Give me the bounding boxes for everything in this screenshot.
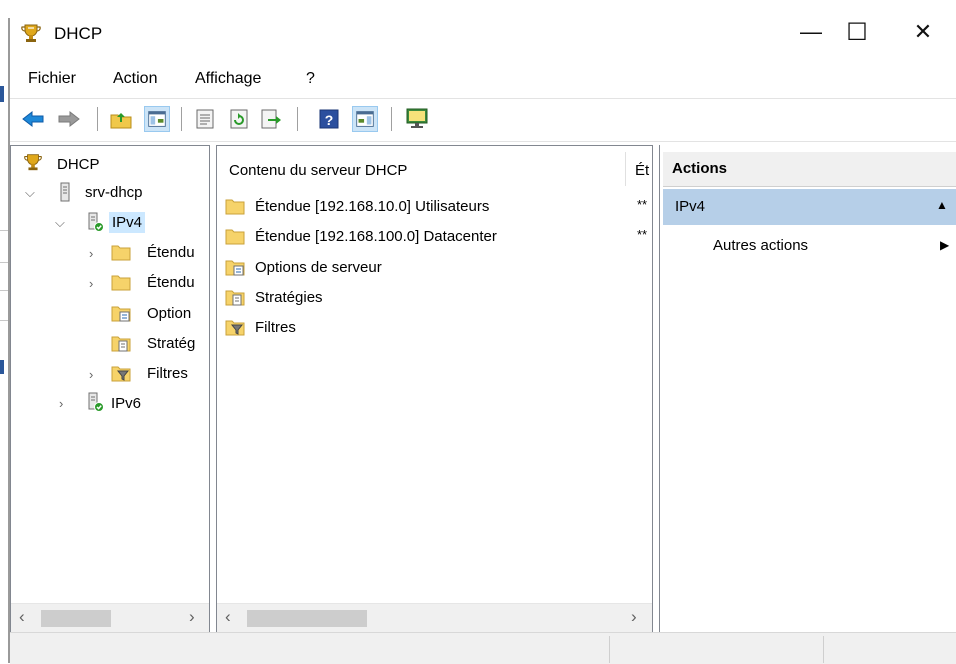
svg-text:?: ? (325, 112, 334, 128)
server-icon (60, 182, 70, 202)
properties-icon[interactable] (192, 106, 218, 132)
tree-item-label: DHCP (57, 155, 100, 173)
list-item-status: ** (637, 226, 648, 242)
list-item-scope-1[interactable]: Étendue [192.168.10.0] Utilisateurs (255, 192, 489, 220)
tree-item-label: IPv6 (111, 394, 142, 412)
help-icon[interactable]: ? (316, 106, 342, 132)
ipv4-server-icon (88, 212, 104, 232)
scrollbar-thumb[interactable] (41, 610, 111, 627)
maximize-button[interactable]: ☐ (834, 8, 880, 56)
tree-item-label: Étendu (147, 243, 195, 261)
chevron-down-icon[interactable]: ⌵ (55, 215, 65, 231)
menu-help[interactable]: ? (306, 70, 315, 88)
chevron-down-icon[interactable]: ⌵ (25, 185, 35, 201)
filter-icon (225, 320, 245, 336)
tree-item-ipv4[interactable]: IPv4 (109, 208, 146, 236)
dhcp-trophy-icon (24, 154, 42, 171)
dhcp-trophy-icon (21, 24, 41, 42)
tree-item-label: Stratég (147, 334, 196, 352)
tree-item-dhcp[interactable]: DHCP (55, 150, 102, 178)
folder-icon (111, 245, 131, 261)
collapse-triangle-icon[interactable]: ▲ (936, 198, 948, 212)
chevron-right-icon[interactable]: › (89, 367, 93, 382)
menu-affichage[interactable]: Affichage (195, 70, 261, 88)
close-button[interactable]: ✕ (900, 8, 946, 56)
policies-icon (111, 336, 131, 352)
server-options-icon (111, 306, 131, 322)
menu-fichier[interactable]: Fichier (28, 70, 76, 88)
ipv6-server-icon (88, 392, 104, 412)
tree-item-label: Filtres (147, 364, 188, 382)
folder-icon (111, 275, 131, 291)
tree-item-label: Option (147, 304, 192, 322)
refresh-icon[interactable] (226, 106, 252, 132)
list-item-scope-2[interactable]: Étendue [192.168.100.0] Datacenter (255, 222, 497, 250)
up-folder-icon[interactable] (108, 106, 134, 132)
status-bar (10, 632, 956, 664)
export-list-icon[interactable] (258, 106, 284, 132)
tree-item-policies[interactable]: Stratég (145, 329, 197, 357)
action-autres-actions[interactable]: Autres actions (713, 237, 808, 254)
minimize-button[interactable]: — (788, 8, 834, 56)
menu-action[interactable]: Action (113, 70, 157, 88)
folder-icon (225, 199, 245, 215)
content-list: Contenu du serveur DHCP Ét Étendue [192.… (217, 146, 652, 598)
server-options-icon (225, 260, 245, 276)
scroll-right-icon[interactable]: › (631, 607, 637, 627)
folder-icon (225, 229, 245, 245)
list-item-filters[interactable]: Filtres (255, 313, 296, 341)
tree-item-srv-dhcp[interactable]: srv-dhcp (83, 178, 145, 206)
actions-section-label: IPv4 (675, 198, 706, 215)
scroll-right-icon[interactable]: › (189, 607, 195, 627)
list-item-status: ** (637, 196, 648, 212)
forward-arrow-icon[interactable] (56, 106, 82, 132)
tree-view: DHCP ⌵ srv-dhcp ⌵ IPv4 › Étendu › Étendu… (11, 146, 209, 598)
tree-item-label: IPv4 (109, 211, 146, 233)
tree-item-options[interactable]: Option (145, 299, 193, 327)
list-item-policies[interactable]: Stratégies (255, 283, 323, 311)
window-left-edge (0, 0, 10, 663)
chevron-right-icon[interactable]: › (89, 276, 93, 291)
tree-item-filters[interactable]: Filtres (145, 359, 190, 387)
submenu-triangle-icon[interactable]: ▶ (940, 238, 949, 252)
column-header-status[interactable]: Ét (635, 156, 649, 184)
tree-item-label: Étendu (147, 273, 195, 291)
chevron-right-icon[interactable]: › (89, 246, 93, 261)
content-horizontal-scrollbar[interactable]: ‹ › (217, 603, 652, 632)
chevron-right-icon[interactable]: › (59, 396, 63, 411)
list-item-server-options[interactable]: Options de serveur (255, 253, 382, 281)
tree-item-label: srv-dhcp (85, 183, 143, 201)
window-title: DHCP (54, 24, 103, 43)
scrollbar-thumb[interactable] (247, 610, 367, 627)
scroll-left-icon[interactable]: ‹ (19, 607, 25, 627)
scroll-left-icon[interactable]: ‹ (225, 607, 231, 627)
actions-section-ipv4[interactable] (663, 189, 956, 225)
tree-item-scope-2[interactable]: Étendu (145, 268, 197, 296)
tree-item-scope-1[interactable]: Étendu (145, 238, 197, 266)
server-monitor-icon[interactable] (404, 106, 430, 132)
show-hide-action-pane-icon[interactable] (352, 106, 378, 132)
show-hide-tree-icon[interactable] (144, 106, 170, 132)
column-header-name[interactable]: Contenu du serveur DHCP (229, 156, 407, 184)
actions-header: Actions (672, 160, 728, 177)
tree-horizontal-scrollbar[interactable]: ‹ › (11, 603, 209, 632)
filter-icon (111, 366, 131, 382)
policies-icon (225, 290, 245, 306)
tree-item-ipv6[interactable]: IPv6 (109, 389, 143, 417)
back-arrow-icon[interactable] (20, 106, 46, 132)
